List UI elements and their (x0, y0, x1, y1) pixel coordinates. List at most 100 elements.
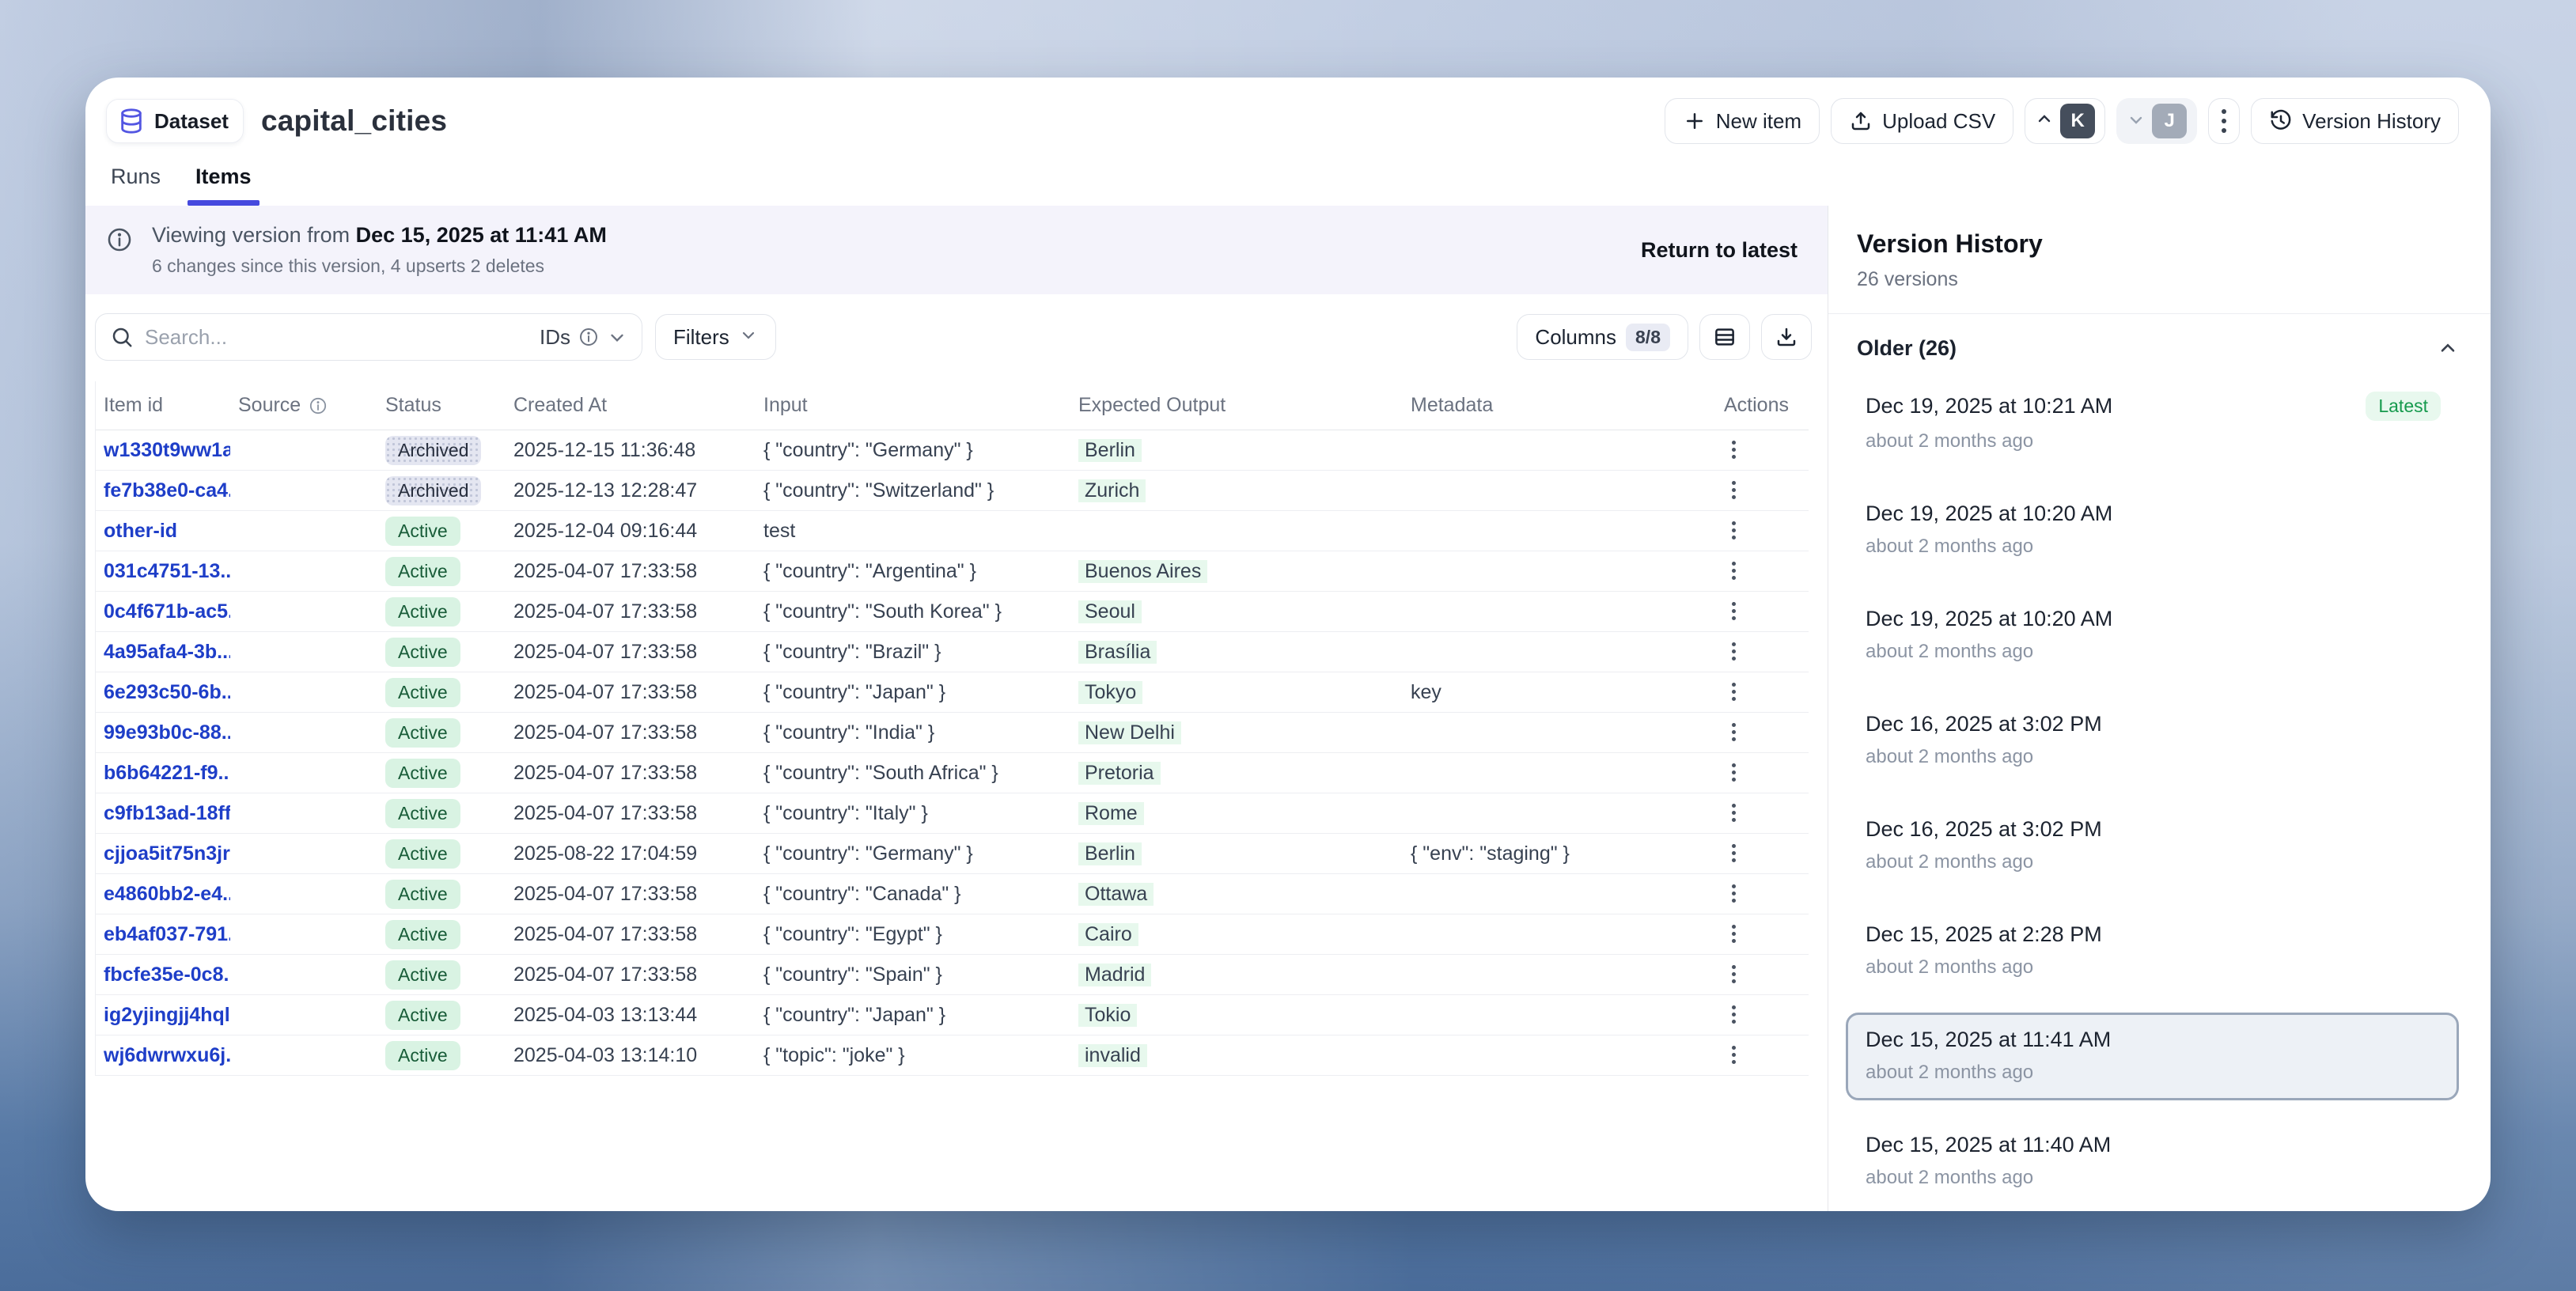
row-actions-button[interactable] (1724, 998, 1744, 1032)
version-entry[interactable]: Dec 19, 2025 at 10:21 AM Latest about 2 … (1846, 377, 2459, 469)
item-id-link[interactable]: w1330t9ww1a... (104, 439, 230, 461)
table-row[interactable]: c9fb13ad-18ff... Active 2025-04-07 17:33… (96, 793, 1809, 834)
table-row[interactable]: cjjoa5it75n3jr... Active 2025-08-22 17:0… (96, 834, 1809, 874)
metadata-cell: { "env": "staging" } (1403, 842, 1716, 865)
columns-count-badge: 8/8 (1626, 324, 1670, 351)
table-row[interactable]: w1330t9ww1a... Archived 2025-12-15 11:36… (96, 430, 1809, 471)
item-id-link[interactable]: eb4af037-791... (104, 923, 230, 945)
version-relative-time: about 2 months ago (1866, 851, 2441, 873)
row-actions-button[interactable] (1724, 594, 1744, 628)
col-header-item-id[interactable]: Item id (96, 394, 230, 417)
item-id-link[interactable]: fe7b38e0-ca4... (104, 479, 230, 502)
item-id-link[interactable]: fbcfe35e-0c8... (104, 964, 230, 986)
expected-output-cell: Seoul (1070, 600, 1403, 623)
presence-avatar-k[interactable]: K (2025, 98, 2105, 144)
item-id-link[interactable]: wj6dwrwxu6j... (104, 1044, 230, 1066)
download-button[interactable] (1761, 314, 1812, 360)
version-entry[interactable]: Dec 15, 2025 at 2:28 PM about 2 months a… (1846, 907, 2459, 995)
col-header-created-at[interactable]: Created At (506, 394, 756, 417)
version-history-button[interactable]: Version History (2251, 98, 2459, 144)
search-field-selector[interactable]: IDs (540, 325, 627, 350)
item-id-link[interactable]: 99e93b0c-88... (104, 721, 230, 744)
row-actions-button[interactable] (1724, 957, 1744, 991)
item-id-link[interactable]: 4a95afa4-3b... (104, 641, 230, 663)
table-row[interactable]: e4860bb2-e4... Active 2025-04-07 17:33:5… (96, 874, 1809, 914)
table-row[interactable]: wj6dwrwxu6j... Active 2025-04-03 13:14:1… (96, 1035, 1809, 1076)
columns-button[interactable]: Columns 8/8 (1517, 314, 1688, 360)
status-cell: Active (377, 799, 506, 828)
row-actions-button[interactable] (1724, 554, 1744, 588)
table-row[interactable]: 0c4f671b-ac5... Active 2025-04-07 17:33:… (96, 592, 1809, 632)
item-id-link[interactable]: b6b64221-f9... (104, 762, 230, 784)
table-row[interactable]: 99e93b0c-88... Active 2025-04-07 17:33:5… (96, 713, 1809, 753)
version-entry[interactable]: Dec 16, 2025 at 3:02 PM about 2 months a… (1846, 802, 2459, 890)
kebab-menu-icon (1732, 481, 1736, 499)
col-header-source[interactable]: Source (230, 394, 377, 417)
status-cell: Active (377, 880, 506, 909)
row-actions-button[interactable] (1724, 473, 1744, 507)
table-row[interactable]: b6b64221-f9... Active 2025-04-07 17:33:5… (96, 753, 1809, 793)
row-actions-button[interactable] (1724, 917, 1744, 951)
input-cell: { "country": "South Africa" } (756, 762, 1070, 785)
item-id-cell: eb4af037-791... (96, 923, 230, 946)
search-box[interactable]: IDs (95, 313, 642, 361)
status-badge: Active (385, 1001, 460, 1030)
version-entry[interactable]: Dec 15, 2025 at 11:41 AM about 2 months … (1846, 1013, 2459, 1100)
row-actions-button[interactable] (1724, 634, 1744, 668)
col-header-status[interactable]: Status (377, 394, 506, 417)
return-to-latest-link[interactable]: Return to latest (1641, 238, 1807, 263)
item-id-link[interactable]: cjjoa5it75n3jr... (104, 842, 230, 865)
table-row[interactable]: 6e293c50-6b... Active 2025-04-07 17:33:5… (96, 672, 1809, 713)
row-actions-button[interactable] (1724, 513, 1744, 547)
item-id-link[interactable]: 6e293c50-6b... (104, 681, 230, 703)
tab-runs[interactable]: Runs (111, 160, 161, 206)
new-item-button[interactable]: New item (1665, 98, 1820, 144)
table-row[interactable]: fe7b38e0-ca4... Archived 2025-12-13 12:2… (96, 471, 1809, 511)
kebab-menu-icon (1732, 642, 1736, 661)
item-id-link[interactable]: other-id (104, 520, 177, 542)
item-id-link[interactable]: 0c4f671b-ac5... (104, 600, 230, 623)
search-input[interactable] (145, 325, 528, 350)
upload-csv-button[interactable]: Upload CSV (1831, 98, 2013, 144)
filters-button[interactable]: Filters (655, 314, 776, 360)
presence-avatar-j[interactable]: J (2116, 98, 2197, 144)
actions-cell (1716, 634, 1809, 669)
version-count: 26 versions (1857, 268, 2459, 291)
row-actions-button[interactable] (1724, 675, 1744, 709)
version-entry[interactable]: Dec 16, 2025 at 3:02 PM about 2 months a… (1846, 697, 2459, 785)
more-options-button[interactable] (2208, 98, 2240, 144)
col-header-input[interactable]: Input (756, 394, 1070, 417)
item-id-link[interactable]: e4860bb2-e4... (104, 883, 230, 905)
status-cell: Active (377, 920, 506, 949)
row-actions-button[interactable] (1724, 876, 1744, 911)
version-entry[interactable]: Dec 19, 2025 at 10:20 AM about 2 months … (1846, 486, 2459, 574)
version-entry[interactable]: Dec 19, 2025 at 10:20 AM about 2 months … (1846, 592, 2459, 680)
upload-csv-label: Upload CSV (1882, 109, 1995, 134)
col-header-metadata[interactable]: Metadata (1403, 394, 1716, 417)
row-actions-button[interactable] (1724, 715, 1744, 749)
table-row[interactable]: ig2yjingjj4hql... Active 2025-04-03 13:1… (96, 995, 1809, 1035)
row-actions-button[interactable] (1724, 796, 1744, 830)
created-at-cell: 2025-04-07 17:33:58 (506, 641, 756, 664)
kebab-menu-icon (1732, 884, 1736, 903)
item-id-link[interactable]: 031c4751-13... (104, 560, 230, 582)
table-row[interactable]: eb4af037-791... Active 2025-04-07 17:33:… (96, 914, 1809, 955)
row-actions-button[interactable] (1724, 433, 1744, 467)
table-row[interactable]: 4a95afa4-3b... Active 2025-04-07 17:33:5… (96, 632, 1809, 672)
table-row[interactable]: other-id Active 2025-12-04 09:16:44 test (96, 511, 1809, 551)
col-header-expected-output[interactable]: Expected Output (1070, 394, 1403, 417)
item-id-link[interactable]: c9fb13ad-18ff... (104, 802, 230, 824)
older-section-toggle[interactable]: Older (26) (1828, 314, 2491, 369)
row-actions-button[interactable] (1724, 755, 1744, 789)
item-id-link[interactable]: ig2yjingjj4hql... (104, 1004, 230, 1026)
row-actions-button[interactable] (1724, 1038, 1744, 1072)
tab-items[interactable]: Items (195, 160, 252, 206)
version-entry[interactable]: Dec 15, 2025 at 11:40 AM about 2 months … (1846, 1118, 2459, 1206)
row-density-button[interactable] (1699, 314, 1750, 360)
row-actions-button[interactable] (1724, 836, 1744, 870)
kebab-menu-icon (2222, 109, 2226, 133)
kebab-menu-icon (1732, 602, 1736, 620)
created-at-cell: 2025-04-07 17:33:58 (506, 883, 756, 906)
table-row[interactable]: 031c4751-13... Active 2025-04-07 17:33:5… (96, 551, 1809, 592)
table-row[interactable]: fbcfe35e-0c8... Active 2025-04-07 17:33:… (96, 955, 1809, 995)
